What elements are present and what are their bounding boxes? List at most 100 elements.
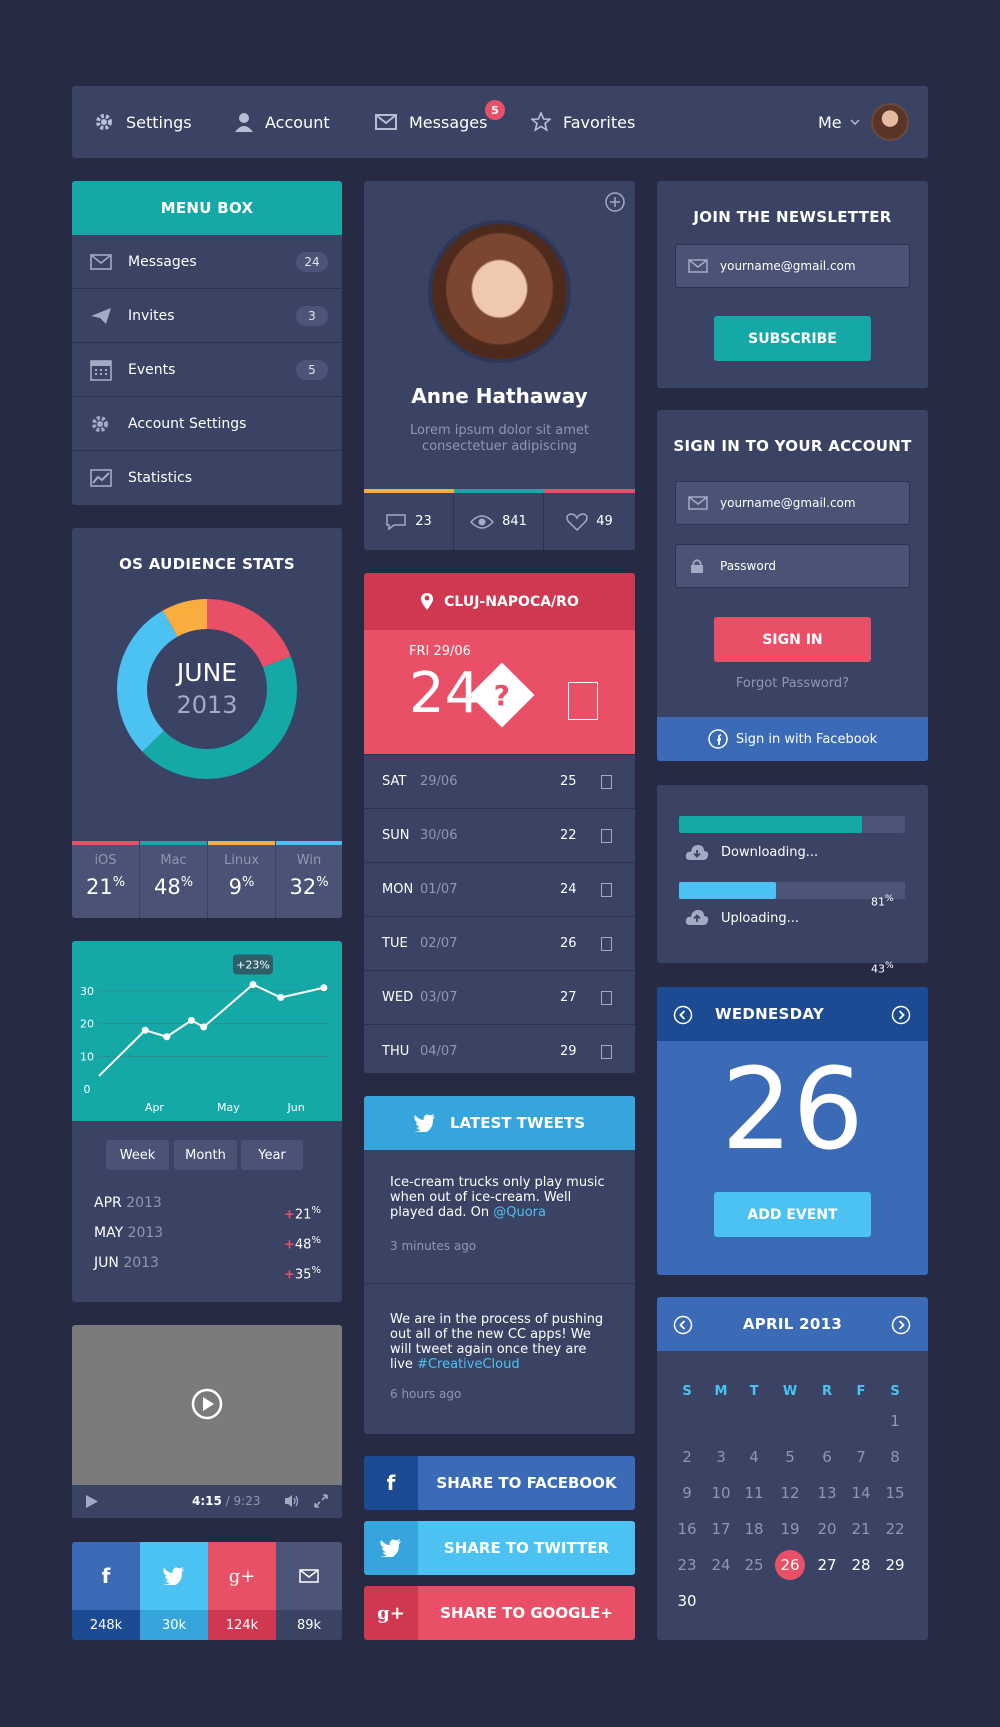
avatar[interactable] (871, 103, 909, 141)
social-google[interactable]: g+ 124k (208, 1542, 276, 1640)
calendar-day[interactable]: 2 (670, 1442, 704, 1472)
calendar-day[interactable]: 10 (704, 1478, 738, 1508)
share-google-button[interactable]: g+ SHARE TO GOOGLE+ (364, 1586, 635, 1640)
gear-icon (92, 415, 108, 432)
os-stat-value: 48 (153, 875, 181, 899)
signin-email-field[interactable]: yourname@gmail.com (675, 481, 910, 525)
os-stat-win: Win 32% (276, 841, 342, 918)
calendar-day[interactable]: 19 (773, 1514, 807, 1544)
tweet-2-link[interactable]: #CreativeCloud (417, 1357, 520, 1372)
calendar-day[interactable]: 11 (737, 1478, 771, 1508)
volume-icon[interactable] (284, 1494, 300, 1508)
calendar-day[interactable]: 1 (878, 1406, 912, 1436)
calendar-day-selected[interactable]: 26 (775, 1550, 805, 1580)
chart-point[interactable] (249, 980, 257, 988)
facebook-signin-button[interactable]: Sign in with Facebook (657, 717, 928, 761)
calendar-day[interactable]: 20 (810, 1514, 844, 1544)
signin-button[interactable]: SIGN IN (714, 617, 871, 662)
tweet-1-link[interactable]: @Quora (493, 1205, 546, 1220)
calendar-day[interactable]: 7 (844, 1442, 878, 1472)
nav-favorites[interactable]: Favorites (531, 86, 635, 158)
messages-badge: 5 (485, 100, 505, 120)
likes-stat[interactable]: 49 (544, 493, 635, 550)
newsletter-email-field[interactable]: yourname@gmail.com (675, 244, 910, 288)
calendar-weekday: F (856, 1384, 866, 1399)
chart-tab-month[interactable]: Month (174, 1140, 237, 1170)
chart-point[interactable] (163, 1033, 171, 1041)
calendar-day[interactable]: 8 (878, 1442, 912, 1472)
chart-point[interactable] (277, 994, 285, 1002)
nav-account[interactable]: Account (235, 86, 330, 158)
views-stat[interactable]: 841 (454, 493, 544, 550)
chevron-right-icon[interactable] (891, 1315, 911, 1335)
calendar-day[interactable]: 17 (704, 1514, 738, 1544)
newsletter-email-placeholder: yourname@gmail.com (720, 259, 856, 273)
chart-tab-week[interactable]: Week (106, 1140, 169, 1170)
cloud-upload-icon (685, 910, 709, 925)
menu-item-statistics[interactable]: Statistics (72, 451, 342, 505)
nav-me-dropdown[interactable]: Me (818, 86, 872, 158)
calendar-day[interactable]: 6 (810, 1442, 844, 1472)
calendar-day[interactable]: 4 (737, 1442, 771, 1472)
social-twitter[interactable]: 30k (140, 1542, 208, 1640)
comments-stat[interactable]: 23 (364, 493, 454, 550)
share-facebook-button[interactable]: f SHARE TO FACEBOOK (364, 1456, 635, 1510)
calendar-day[interactable]: 27 (810, 1550, 844, 1580)
social-mail[interactable]: 89k (276, 1542, 342, 1640)
calendar-day[interactable]: 14 (844, 1478, 878, 1508)
twitter-icon (413, 1114, 435, 1132)
os-stat-label: iOS (94, 853, 117, 868)
calendar-day[interactable]: 5 (773, 1442, 807, 1472)
play-icon[interactable] (85, 1495, 98, 1508)
twitter-icon (163, 1567, 184, 1585)
calendar-day[interactable]: 29 (878, 1550, 912, 1580)
calendar-day[interactable]: 24 (704, 1550, 738, 1580)
chart-point[interactable] (141, 1026, 149, 1034)
menu-item-account-settings[interactable]: Account Settings (72, 397, 342, 451)
plus-circle-icon[interactable] (604, 191, 626, 213)
calendar-day[interactable]: 9 (670, 1478, 704, 1508)
menu-item-events[interactable]: Events 5 (72, 343, 342, 397)
profile-bio-line1: Lorem ipsum dolor sit amet (409, 423, 590, 438)
calendar-day[interactable]: 30 (670, 1586, 704, 1616)
share-twitter-button[interactable]: SHARE TO TWITTER (364, 1521, 635, 1575)
calendar-day[interactable]: 12 (773, 1478, 807, 1508)
tweet-2-text: We are in the process of pushing out all… (390, 1312, 610, 1372)
social-facebook[interactable]: f 248k (72, 1542, 140, 1640)
nav-settings[interactable]: Settings (94, 86, 192, 158)
chart-point[interactable] (320, 984, 328, 992)
twitter-icon (380, 1539, 401, 1557)
menu-item-invites[interactable]: Invites 3 (72, 289, 342, 343)
calendar-day[interactable]: 13 (810, 1478, 844, 1508)
menu-item-messages[interactable]: Messages 24 (72, 235, 342, 289)
calendar-day[interactable]: 22 (878, 1514, 912, 1544)
nav-messages[interactable]: Messages (375, 86, 487, 158)
percent-sign: % (885, 893, 894, 904)
fullscreen-icon[interactable] (314, 1494, 328, 1508)
chevron-left-icon[interactable] (673, 1005, 693, 1025)
calendar-day[interactable]: 18 (737, 1514, 771, 1544)
calendar-day[interactable]: 3 (704, 1442, 738, 1472)
cloud-download-icon (685, 845, 709, 860)
calendar-day[interactable]: 15 (878, 1478, 912, 1508)
forgot-password-link[interactable]: Forgot Password? (657, 676, 928, 691)
calendar-day[interactable]: 21 (844, 1514, 878, 1544)
calendar-day[interactable]: 16 (670, 1514, 704, 1544)
video-time-separator: / (221, 1494, 234, 1508)
calendar-day[interactable]: 23 (670, 1550, 704, 1580)
chart-tab-year[interactable]: Year (241, 1140, 303, 1170)
donut-year: 2013 (176, 691, 238, 719)
play-circle-icon[interactable] (191, 1388, 223, 1420)
percent-sign: % (180, 875, 194, 890)
paper-plane-icon (91, 307, 111, 324)
chart-point[interactable] (187, 1016, 195, 1024)
weather-icon (601, 1044, 612, 1059)
chevron-right-icon[interactable] (891, 1005, 911, 1025)
calendar-day[interactable]: 28 (844, 1550, 878, 1580)
subscribe-button[interactable]: SUBSCRIBE (714, 316, 871, 361)
nav-me-label: Me (818, 112, 842, 132)
chart-point[interactable] (200, 1023, 208, 1031)
add-event-button[interactable]: ADD EVENT (714, 1192, 871, 1237)
calendar-day[interactable]: 25 (737, 1550, 771, 1580)
signin-password-field[interactable]: Password (675, 544, 910, 588)
